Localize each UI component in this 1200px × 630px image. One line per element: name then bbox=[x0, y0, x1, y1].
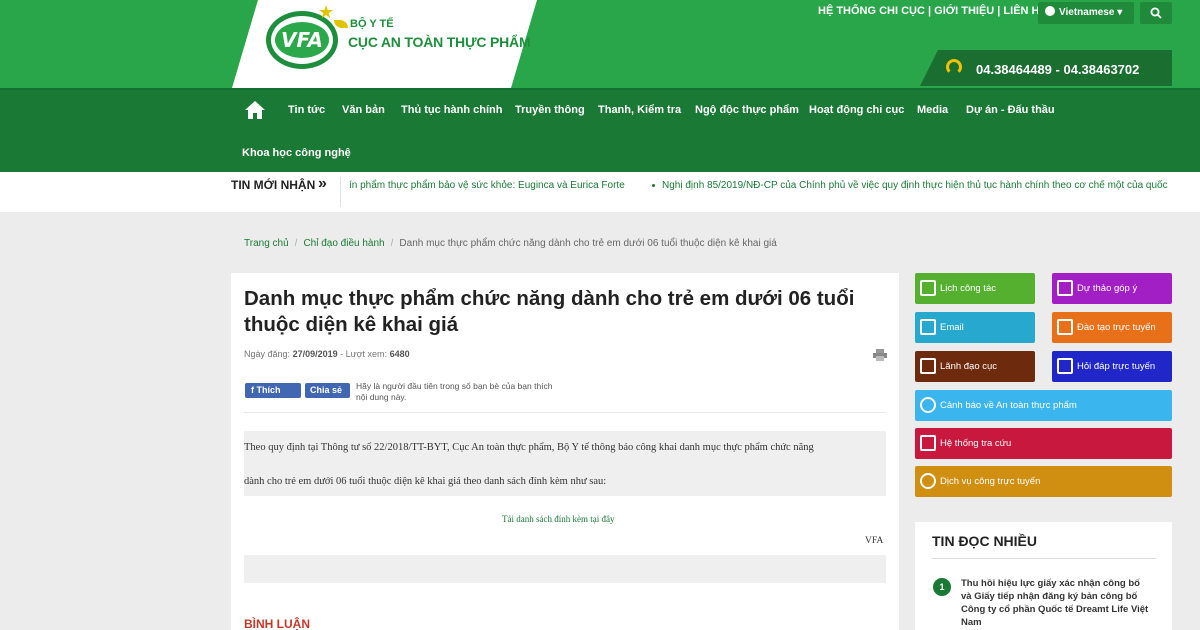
button-label: Hệ thống tra cứu bbox=[940, 438, 1012, 449]
facebook-like-button[interactable]: f Thích bbox=[245, 383, 301, 398]
graduation-icon bbox=[1057, 319, 1073, 335]
calendar-icon bbox=[920, 280, 936, 296]
document-icon bbox=[1057, 280, 1073, 296]
attachment-link[interactable]: Tải danh sách đính kèm tại đây bbox=[502, 514, 614, 524]
mail-icon bbox=[920, 319, 936, 335]
ticker-item[interactable]: ín phẩm thực phẩm bảo vệ sức khỏe: Eugin… bbox=[349, 180, 625, 191]
like-label: Thích bbox=[256, 385, 281, 395]
info-icon bbox=[920, 397, 936, 413]
chat-icon bbox=[1057, 358, 1073, 374]
article-signature: VFA bbox=[865, 536, 884, 546]
facebook-note: Hãy là người đầu tiên trong số bạn bè củ… bbox=[356, 381, 553, 402]
ticker-item[interactable]: Nghị định 85/2019/NĐ-CP của Chính phủ về… bbox=[662, 180, 1168, 191]
leadership-button[interactable]: Lãnh đạo cục bbox=[915, 351, 1035, 382]
org-name-line2[interactable]: CỤC AN TOÀN THỰC PHẨM bbox=[348, 34, 531, 50]
lookup-system-button[interactable]: Hệ thống tra cứu bbox=[915, 428, 1172, 459]
most-read-panel: TIN ĐỌC NHIỀU 1 Thu hồi hiệu lực giấy xá… bbox=[915, 522, 1172, 630]
org-name-line1: BỘ Y TẾ bbox=[350, 18, 394, 30]
button-label: Dự thảo góp ý bbox=[1077, 283, 1138, 294]
article-title: Danh mục thực phẩm chức năng dành cho tr… bbox=[244, 287, 855, 336]
online-training-button[interactable]: Đào tạo trực tuyến bbox=[1052, 312, 1172, 343]
hotline-number: 04.38464489 - 04.38463702 bbox=[976, 62, 1140, 77]
divider bbox=[244, 412, 886, 413]
home-icon[interactable] bbox=[244, 100, 266, 120]
email-button[interactable]: Email bbox=[915, 312, 1035, 343]
ticker-divider bbox=[340, 177, 341, 207]
people-icon bbox=[920, 358, 936, 374]
checkbox-icon bbox=[920, 435, 936, 451]
button-label: Cảnh báo về An toàn thực phẩm bbox=[940, 400, 1077, 411]
button-label: Lịch công tác bbox=[940, 283, 996, 294]
nav-item-khoa-hoc[interactable]: Khoa học công nghệ bbox=[242, 147, 351, 159]
nav-item-van-ban[interactable]: Văn bản bbox=[342, 104, 385, 116]
views-label: - Lượt xem: bbox=[340, 349, 388, 359]
breadcrumb-home[interactable]: Trang chủ bbox=[244, 238, 289, 249]
public-services-button[interactable]: Dịch vụ công trực tuyến bbox=[915, 466, 1172, 497]
logo-text: VFA bbox=[275, 22, 329, 58]
article-body: Theo quy định tại Thông tư số 22/2018/TT… bbox=[244, 431, 886, 496]
button-label: Lãnh đạo cục bbox=[940, 361, 998, 372]
nav-item-hoat-dong[interactable]: Hoạt động chi cục bbox=[809, 104, 904, 116]
news-ticker: TIN MỚI NHẬN » ín phẩm thực phẩm bảo vệ … bbox=[0, 172, 1200, 212]
double-chevron-icon: » bbox=[318, 175, 327, 192]
breadcrumb-separator: / bbox=[390, 238, 394, 249]
article-footer-block bbox=[244, 555, 886, 583]
most-read-item[interactable]: Thu hồi hiệu lực giấy xác nhận công bố v… bbox=[961, 577, 1151, 629]
language-label: Vietnamese bbox=[1059, 7, 1115, 18]
publish-date: 27/09/2019 bbox=[292, 349, 338, 359]
rank-badge: 1 bbox=[933, 578, 951, 596]
view-count: 6480 bbox=[389, 349, 410, 359]
nav-item-thu-tuc[interactable]: Thủ tục hành chính bbox=[401, 104, 502, 116]
nav-item-truyen-thong[interactable]: Truyền thông bbox=[515, 104, 585, 116]
globe-icon bbox=[1045, 6, 1055, 16]
bullet-icon bbox=[652, 184, 655, 187]
most-read-title: TIN ĐỌC NHIỀU bbox=[932, 533, 1037, 549]
button-label: Đào tạo trực tuyến bbox=[1077, 322, 1156, 333]
draft-feedback-button[interactable]: Dự thảo góp ý bbox=[1052, 273, 1172, 304]
check-circle-icon bbox=[920, 473, 936, 489]
breadcrumb: Trang chủ / Chỉ đạo điều hành / Danh mục thự… bbox=[244, 238, 777, 249]
search-button[interactable] bbox=[1140, 2, 1172, 24]
star-icon: ★ bbox=[318, 2, 335, 22]
nav-item-du-an[interactable]: Dự án - Đấu thầu bbox=[966, 104, 1055, 116]
facebook-share-button[interactable]: Chia sẻ bbox=[305, 383, 350, 398]
date-label: Ngày đăng: bbox=[244, 349, 291, 359]
comments-heading: BÌNH LUẬN bbox=[244, 617, 310, 630]
article-card: Danh mục thực phẩm chức năng dành cho tr… bbox=[231, 273, 899, 630]
nav-item-ngo-doc[interactable]: Ngộ độc thực phẩm bbox=[695, 104, 799, 116]
main-navigation: Tin tức Văn bản Thủ tục hành chính Truyề… bbox=[0, 88, 1200, 172]
food-safety-warning-button[interactable]: Cảnh báo về An toàn thực phẩm bbox=[915, 390, 1172, 421]
headset-icon bbox=[946, 59, 962, 75]
top-header: VFA ★ BỘ Y TẾ CỤC AN TOÀN THỰC PHẨM HỆ T… bbox=[0, 0, 1200, 88]
nav-item-tin-tuc[interactable]: Tin tức bbox=[288, 104, 325, 116]
search-icon bbox=[1150, 7, 1162, 19]
breadcrumb-section[interactable]: Chỉ đạo điều hành bbox=[303, 238, 384, 249]
top-links[interactable]: HỆ THỐNG CHI CỤC | GIỚI THIỆU | LIÊN HỆ bbox=[818, 5, 1047, 17]
button-label: Hỏi đáp trực tuyến bbox=[1077, 361, 1156, 372]
nav-item-thanh-kiem-tra[interactable]: Thanh, Kiểm tra bbox=[598, 104, 681, 116]
article-paragraph: dành cho trẻ em dưới 06 tuổi thuộc diện … bbox=[244, 476, 607, 487]
caret-down-icon: ▾ bbox=[1117, 7, 1123, 18]
language-dropdown[interactable]: Vietnamese ▾ bbox=[1038, 2, 1134, 24]
button-label: Email bbox=[940, 322, 964, 333]
nav-item-media[interactable]: Media bbox=[917, 104, 948, 116]
article-meta: Ngày đăng: 27/09/2019 - Lượt xem: 6480 bbox=[244, 349, 410, 359]
ticker-title: TIN MỚI NHẬN bbox=[231, 178, 316, 192]
button-label: Dịch vụ công trực tuyến bbox=[940, 476, 1041, 487]
calendar-button[interactable]: Lịch công tác bbox=[915, 273, 1035, 304]
print-icon[interactable] bbox=[873, 349, 887, 361]
article-paragraph: Theo quy định tại Thông tư số 22/2018/TT… bbox=[244, 442, 814, 453]
divider bbox=[932, 558, 1156, 559]
breadcrumb-current: Danh mục thực phẩm chức năng dành cho tr… bbox=[399, 238, 777, 249]
online-qa-button[interactable]: Hỏi đáp trực tuyến bbox=[1052, 351, 1172, 382]
breadcrumb-separator: / bbox=[294, 238, 298, 249]
